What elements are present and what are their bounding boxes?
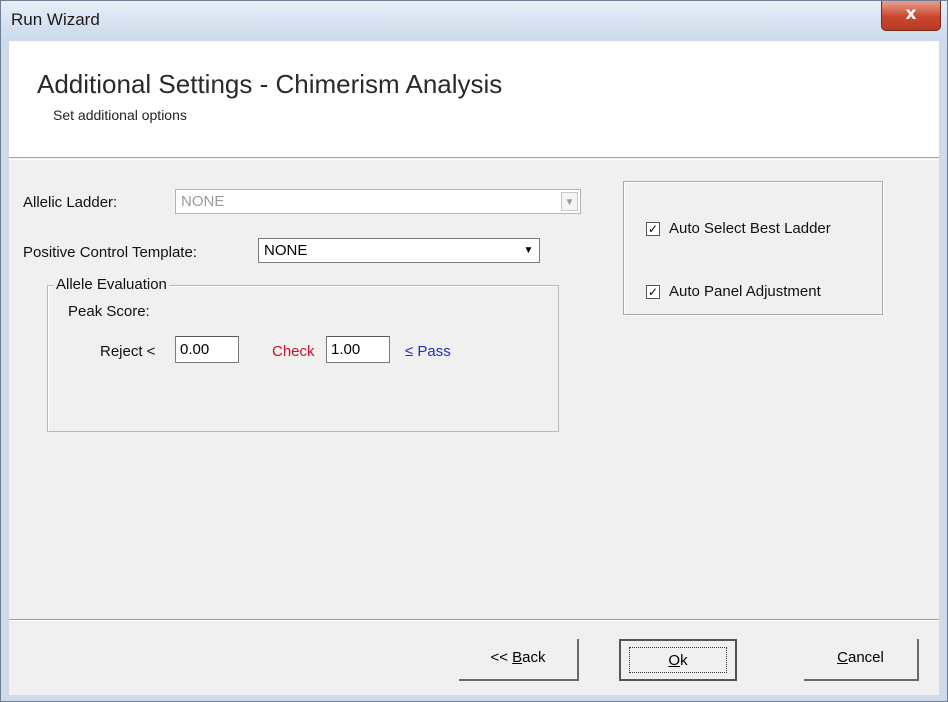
page-title: Additional Settings - Chimerism Analysis (37, 69, 503, 99)
reject-threshold-input[interactable]: 0.00 (175, 336, 239, 363)
reject-label: Reject < (100, 343, 156, 360)
cancel-button[interactable]: Cancel (804, 639, 919, 681)
positive-control-value: NONE (264, 242, 308, 259)
peak-score-label: Peak Score: (68, 303, 150, 320)
ok-focus-rect: Ok (629, 647, 727, 673)
allele-evaluation-group: Allele Evaluation Peak Score: Reject < 0… (47, 276, 559, 432)
checkmark-icon: ✓ (647, 222, 659, 236)
positive-control-select[interactable]: NONE ▼ (258, 238, 540, 263)
ok-button[interactable]: Ok (619, 639, 737, 681)
auto-select-best-ladder-checkbox[interactable]: ✓ (646, 222, 660, 236)
wizard-client-area: Additional Settings - Chimerism Analysis… (9, 41, 939, 695)
back-button-mnemonic: B (512, 649, 523, 666)
auto-panel-adjustment-checkbox[interactable]: ✓ (646, 285, 660, 299)
back-button[interactable]: << Back (459, 639, 579, 681)
positive-control-label: Positive Control Template: (23, 244, 197, 261)
auto-select-best-ladder-label[interactable]: Auto Select Best Ladder (669, 220, 831, 237)
auto-panel-adjustment-label[interactable]: Auto Panel Adjustment (669, 283, 821, 300)
allelic-ladder-value: NONE (181, 193, 225, 210)
check-threshold-input[interactable]: 1.00 (326, 336, 390, 363)
run-wizard-window: Run Wizard x Additional Settings - Chime… (0, 0, 948, 702)
options-panel: ✓ Auto Select Best Ladder ✓ Auto Panel A… (623, 181, 883, 315)
cancel-button-label: ancel (847, 649, 884, 666)
ok-button-label: k (680, 652, 688, 669)
footer-divider (9, 619, 939, 621)
header-divider (9, 159, 939, 160)
allele-evaluation-legend: Allele Evaluation (54, 276, 169, 293)
title-bar[interactable]: Run Wizard x (1, 1, 947, 41)
checkmark-icon: ✓ (647, 285, 659, 299)
check-label: Check (272, 343, 315, 360)
chevron-down-icon: ▼ (523, 245, 534, 256)
window-title: Run Wizard (11, 10, 100, 29)
back-button-label: ack (522, 649, 546, 666)
cancel-button-mnemonic: C (837, 649, 848, 666)
chevron-down-icon: ▼ (561, 192, 578, 211)
close-icon: x (905, 4, 917, 24)
allelic-ladder-label: Allelic Ladder: (23, 194, 118, 211)
pass-label: ≤ Pass (405, 343, 451, 360)
page-subtitle: Set additional options (53, 107, 187, 123)
back-button-prefix: << (490, 649, 513, 666)
allelic-ladder-select[interactable]: NONE ▼ (175, 189, 581, 214)
close-button[interactable]: x (881, 1, 941, 31)
ok-button-mnemonic: O (668, 652, 681, 669)
wizard-header: Additional Settings - Chimerism Analysis… (9, 41, 939, 158)
